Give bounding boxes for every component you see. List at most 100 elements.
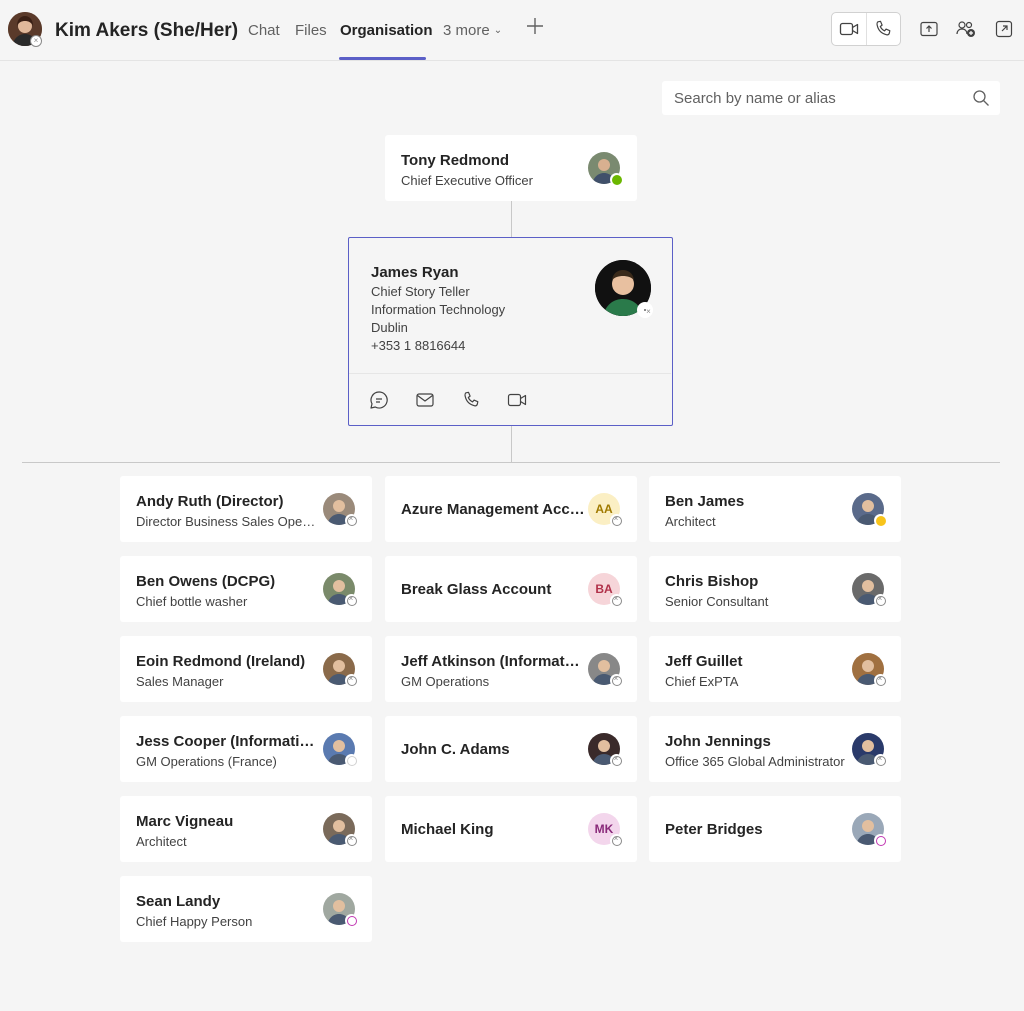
report-card[interactable]: Michael King MK <box>385 796 637 862</box>
report-avatar: AA <box>588 493 623 527</box>
presence-offline-icon <box>610 514 623 527</box>
people-add-icon <box>956 21 975 37</box>
report-title: Architect <box>665 514 716 529</box>
presence-offline-icon <box>345 594 358 607</box>
report-card[interactable]: Chris Bishop Senior Consultant <box>649 556 901 622</box>
report-card[interactable]: John Jennings Office 365 Global Administr… <box>649 716 901 782</box>
tab-more[interactable]: 3 more ⌄ <box>443 22 502 39</box>
report-title: Chief bottle washer <box>136 594 248 609</box>
report-avatar <box>852 573 887 607</box>
report-avatar <box>323 573 358 607</box>
report-title: Director Business Sales Operations <box>136 514 316 529</box>
report-name: Eoin Redmond (Ireland) <box>136 653 306 670</box>
connector-manager <box>511 201 512 237</box>
report-name: Jess Cooper (Information Technology) <box>136 733 316 750</box>
report-card[interactable]: Andy Ruth (Director) Director Business Sa… <box>120 476 372 542</box>
report-name: John Jennings <box>665 733 771 750</box>
report-name: Andy Ruth (Director) <box>136 493 284 510</box>
report-name: Ben James <box>665 493 745 510</box>
phone-icon <box>876 20 891 36</box>
tab-files[interactable]: Files <box>295 22 327 39</box>
presence-offline-icon <box>610 834 623 847</box>
mail-icon[interactable] <box>415 390 435 410</box>
report-card[interactable]: Break Glass Account BA <box>385 556 637 622</box>
video-camera-icon <box>839 22 859 36</box>
report-card[interactable]: Peter Bridges <box>649 796 901 862</box>
presence-oof-icon <box>874 834 887 847</box>
share-screen-button[interactable] <box>919 19 939 39</box>
tab-chat[interactable]: Chat <box>248 22 280 39</box>
report-card[interactable]: Ben Owens (DCPG) Chief bottle washer <box>120 556 372 622</box>
add-people-button[interactable] <box>956 19 976 39</box>
report-card[interactable]: Jeff Guillet Chief ExPTA <box>649 636 901 702</box>
share-screen-icon <box>920 21 938 37</box>
report-name: Peter Bridges <box>665 821 763 838</box>
presence-offline-icon <box>874 754 887 767</box>
video-camera-icon[interactable] <box>507 390 527 410</box>
report-name: Sean Landy <box>136 893 221 910</box>
report-card[interactable]: John C. Adams <box>385 716 637 782</box>
presence-offline-icon <box>610 594 623 607</box>
report-card[interactable]: Ben James Architect <box>649 476 901 542</box>
report-title: Office 365 Global Administrator <box>665 754 845 769</box>
report-name: Jeff Guillet <box>665 653 743 670</box>
report-avatar <box>588 733 623 767</box>
tab-more-label: 3 more <box>443 22 490 39</box>
add-tab-button[interactable] <box>524 17 546 39</box>
report-card[interactable]: Azure Management Account AA <box>385 476 637 542</box>
manager-avatar <box>588 152 623 186</box>
presence-offline-icon <box>345 834 358 847</box>
phone-icon[interactable] <box>461 390 481 410</box>
search-icon <box>973 90 989 106</box>
report-card[interactable]: Eoin Redmond (Ireland) Sales Manager <box>120 636 372 702</box>
presence-away-icon <box>874 514 887 527</box>
video-call-button[interactable] <box>832 13 866 45</box>
org-search-box <box>662 81 1000 115</box>
presence-offline-icon <box>637 302 653 318</box>
plus-icon <box>527 18 543 34</box>
report-avatar <box>323 893 358 927</box>
manager-card[interactable]: Tony Redmond Chief Executive Officer <box>385 135 637 201</box>
presence-offline-icon <box>874 674 887 687</box>
report-avatar <box>852 653 887 687</box>
report-avatar: BA <box>588 573 623 607</box>
report-avatar <box>852 813 887 847</box>
presence-oof-icon <box>345 914 358 927</box>
presence-offline-icon <box>610 754 623 767</box>
presence-offline-icon <box>345 514 358 527</box>
person-phone: +353 1 8816644 <box>371 338 466 353</box>
presence-available-icon <box>610 173 623 186</box>
pop-out-button[interactable] <box>994 19 1014 39</box>
report-title: Senior Consultant <box>665 594 769 609</box>
report-avatar <box>323 733 358 767</box>
card-divider <box>349 373 671 374</box>
person-avatar <box>595 260 653 318</box>
manager-name: Tony Redmond <box>401 152 510 169</box>
presence-offline-icon <box>874 594 887 607</box>
chat-user-name: Kim Akers (She/Her) <box>55 20 239 41</box>
contact-actions <box>369 390 527 410</box>
report-name: Marc Vigneau <box>136 813 234 830</box>
report-avatar <box>852 733 887 767</box>
report-card[interactable]: Jeff Atkinson (Information Technology) GM… <box>385 636 637 702</box>
report-avatar <box>323 653 358 687</box>
report-card[interactable]: Marc Vigneau Architect <box>120 796 372 862</box>
presence-empty-icon <box>345 754 358 767</box>
active-tab-indicator <box>339 57 426 60</box>
report-name: Ben Owens (DCPG) <box>136 573 276 590</box>
report-card[interactable]: Jess Cooper (Information Technology) GM O… <box>120 716 372 782</box>
report-avatar <box>588 653 623 687</box>
org-search-input[interactable] <box>662 89 962 107</box>
presence-offline-icon <box>345 674 358 687</box>
report-card[interactable]: Sean Landy Chief Happy Person <box>120 876 372 942</box>
report-name: Jeff Atkinson (Information Technology) <box>401 653 581 670</box>
chat-icon[interactable] <box>369 390 389 410</box>
chevron-down-icon: ⌄ <box>493 25 503 36</box>
connector-reports <box>511 426 512 462</box>
audio-call-button[interactable] <box>865 13 900 45</box>
selected-person-card: James Ryan Chief Story Teller Informatio… <box>348 237 673 426</box>
report-name: Chris Bishop <box>665 573 759 590</box>
tab-organisation[interactable]: Organisation <box>340 22 433 39</box>
report-title: Sales Manager <box>136 674 224 689</box>
pop-out-icon <box>995 20 1013 38</box>
